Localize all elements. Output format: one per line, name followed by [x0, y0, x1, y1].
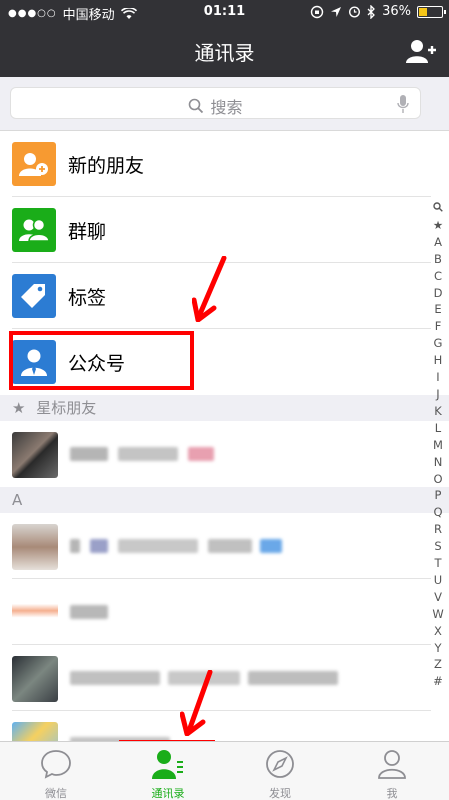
search-icon — [189, 98, 204, 114]
location-icon — [331, 6, 342, 17]
index-letter[interactable]: X — [431, 623, 445, 640]
contact-row[interactable] — [0, 579, 449, 645]
tab-label: 微信 — [45, 787, 67, 800]
index-letter[interactable]: W — [431, 606, 445, 623]
search-area: 搜索 — [0, 77, 449, 131]
tag-icon — [12, 274, 56, 318]
index-letter[interactable]: Z — [431, 656, 445, 673]
avatar — [12, 524, 58, 570]
chat-bubble-icon — [41, 750, 71, 779]
index-letter[interactable]: U — [431, 572, 445, 589]
rotation-lock-icon — [310, 5, 324, 18]
index-letter[interactable]: B — [431, 251, 445, 268]
tab-label: 通讯录 — [151, 787, 185, 800]
index-letter[interactable]: C — [431, 268, 445, 285]
index-letter[interactable]: A — [431, 234, 445, 251]
search-placeholder: 搜索 — [210, 98, 243, 117]
section-header-a: A — [0, 487, 449, 513]
battery-percent: 36% — [382, 4, 411, 19]
index-search-icon[interactable] — [431, 200, 445, 217]
section-header-starred: ★ 星标朋友 — [0, 395, 449, 421]
index-letter[interactable]: R — [431, 521, 445, 538]
tab-discover[interactable]: 发现 — [224, 742, 336, 800]
person-icon — [378, 750, 406, 779]
battery-icon — [417, 5, 446, 18]
index-letter[interactable]: Y — [431, 640, 445, 657]
top-bar: ●●●○○ 中国移动 01:11 36% 通讯录 — [0, 0, 449, 77]
contact-row[interactable] — [0, 645, 449, 711]
index-letter[interactable]: K — [431, 403, 445, 420]
function-label: 标签 — [68, 287, 107, 309]
index-letter[interactable]: P — [431, 487, 445, 504]
function-label: 新的朋友 — [68, 155, 145, 177]
tab-label: 我 — [386, 787, 398, 800]
index-letter[interactable]: H — [431, 352, 445, 369]
index-letter[interactable]: M — [431, 437, 445, 454]
alphabet-index[interactable]: ★ A B C D E F G H I J K L M N O P Q R S T U V W X Y Z # — [431, 200, 445, 690]
status-bar: ●●●○○ 中国移动 01:11 36% — [0, 0, 449, 24]
annotation-arrow-icon — [192, 256, 227, 322]
index-letter[interactable]: O — [431, 471, 445, 488]
highlight-box-official-accounts — [9, 331, 194, 390]
tab-bar: 微信 通讯录 发现 我 — [0, 741, 449, 800]
contacts-icon — [152, 750, 183, 779]
microphone-icon[interactable] — [396, 94, 410, 114]
search-input[interactable]: 搜索 — [10, 87, 421, 119]
tab-chats[interactable]: 微信 — [0, 742, 112, 800]
index-letter[interactable]: E — [431, 301, 445, 318]
index-letter[interactable]: F — [431, 318, 445, 335]
index-letter[interactable]: Q — [431, 504, 445, 521]
bluetooth-icon — [367, 4, 376, 19]
index-letter[interactable]: J — [431, 386, 445, 403]
index-letter[interactable]: L — [431, 420, 445, 437]
index-letter[interactable]: T — [431, 555, 445, 572]
annotation-arrow-icon — [180, 670, 213, 736]
avatar — [12, 656, 58, 702]
tab-label: 发现 — [269, 787, 291, 800]
avatar — [12, 432, 58, 478]
function-label: 群聊 — [68, 221, 107, 243]
index-letter[interactable]: ★ — [431, 217, 445, 234]
index-letter[interactable]: N — [431, 454, 445, 471]
index-letter[interactable]: V — [431, 589, 445, 606]
contact-row[interactable] — [0, 421, 449, 487]
index-letter[interactable]: G — [431, 335, 445, 352]
star-icon: ★ — [12, 399, 26, 417]
compass-icon — [266, 750, 294, 778]
function-row-group-chat[interactable]: 群聊 — [0, 197, 449, 263]
section-title: 星标朋友 — [36, 399, 97, 417]
tab-me[interactable]: 我 — [336, 742, 448, 800]
index-letter[interactable]: I — [431, 369, 445, 386]
tab-contacts[interactable]: 通讯录 — [112, 742, 224, 800]
add-friend-icon[interactable] — [405, 38, 437, 64]
section-title: A — [12, 491, 23, 509]
index-letter[interactable]: D — [431, 285, 445, 302]
function-row-new-friends[interactable]: 新的朋友 — [0, 131, 449, 197]
contact-row[interactable] — [0, 513, 449, 579]
avatar — [12, 590, 58, 636]
index-letter[interactable]: # — [431, 673, 445, 690]
group-chat-icon — [12, 208, 56, 252]
new-friend-icon — [12, 142, 56, 186]
alarm-icon — [349, 6, 361, 18]
index-letter[interactable]: S — [431, 538, 445, 555]
page-title: 通讯录 — [194, 41, 255, 65]
